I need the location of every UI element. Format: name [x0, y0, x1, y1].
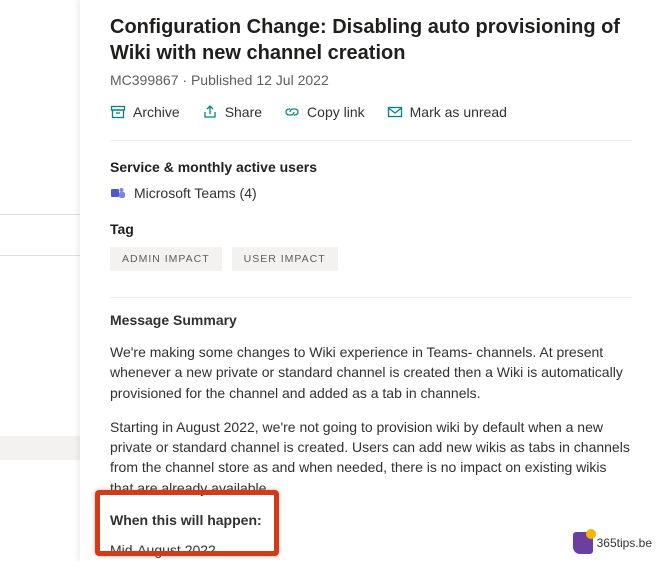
archive-button[interactable]: Archive [110, 104, 180, 120]
tag-list: ADMIN IMPACT USER IMPACT [110, 247, 632, 271]
service-name: Microsoft Teams (4) [134, 185, 257, 201]
watermark-text: 365tips.be [597, 536, 652, 550]
mark-unread-button[interactable]: Mark as unread [387, 104, 507, 120]
mail-icon [387, 104, 403, 120]
left-nav-rail [0, 0, 80, 562]
when-value: Mid-August 2022 [110, 542, 632, 558]
summary-paragraph: Starting in August 2022, we're not going… [110, 417, 632, 498]
service-row: Microsoft Teams (4) [110, 185, 632, 201]
share-button[interactable]: Share [202, 104, 262, 120]
service-section-label: Service & monthly active users [110, 159, 632, 175]
message-title: Configuration Change: Disabling auto pro… [110, 14, 632, 66]
message-meta: MC399867 · Published 12 Jul 2022 [110, 72, 632, 88]
tag-chip: USER IMPACT [232, 247, 338, 271]
action-bar: Archive Share Copy link Mark as unread [110, 104, 632, 141]
published-date: 12 Jul 2022 [256, 72, 328, 88]
watermark-logo-icon [573, 532, 593, 554]
summary-label: Message Summary [110, 312, 632, 328]
message-id: MC399867 [110, 72, 179, 88]
teams-icon [110, 185, 126, 201]
link-icon [284, 104, 300, 120]
when-label: When this will happen: [110, 512, 632, 528]
divider [110, 297, 632, 298]
archive-icon [110, 104, 126, 120]
summary-paragraph: We're making some changes to Wiki experi… [110, 342, 632, 403]
watermark: 365tips.be [573, 532, 652, 554]
tag-section-label: Tag [110, 221, 632, 237]
copy-link-button[interactable]: Copy link [284, 104, 365, 120]
tag-chip: ADMIN IMPACT [110, 247, 222, 271]
message-detail-panel: Configuration Change: Disabling auto pro… [80, 0, 662, 562]
share-icon [202, 104, 218, 120]
